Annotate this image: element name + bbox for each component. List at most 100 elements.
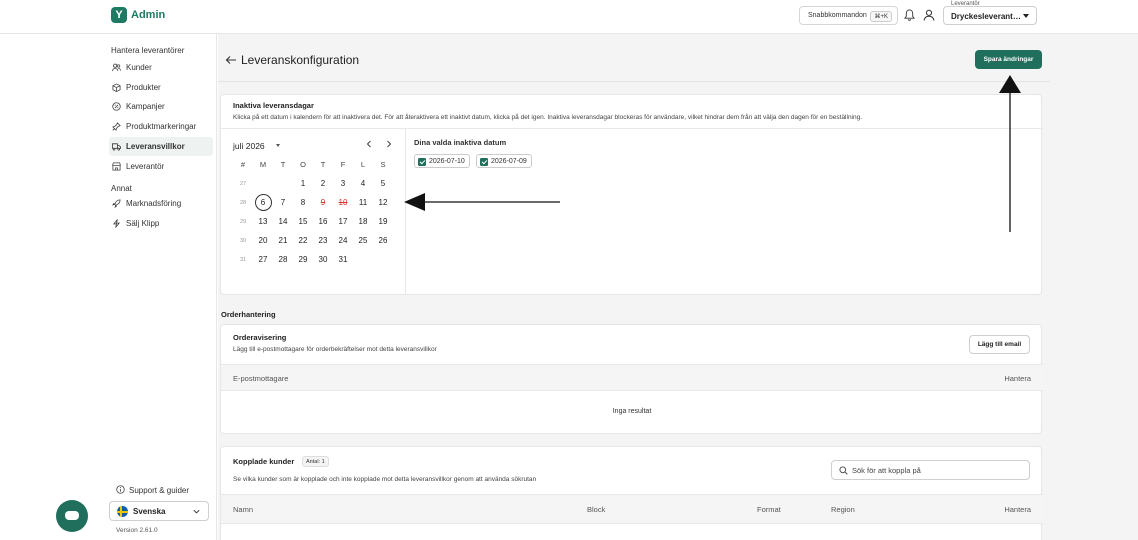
week-number: 29	[239, 218, 247, 225]
language-value: Svenska	[133, 507, 166, 516]
calendar-day[interactable]: 8	[293, 198, 313, 207]
support-link[interactable]: Support & guider	[116, 485, 189, 495]
sidebar-item-salj-klipp[interactable]: Sälj Klipp	[109, 214, 213, 233]
chevron-right-icon[interactable]	[384, 139, 394, 149]
calendar-day[interactable]: 2	[313, 179, 333, 188]
sidebar-item-leverantor[interactable]: Leverantör	[109, 157, 213, 176]
sidebar-item-produkter[interactable]: Produkter	[109, 78, 213, 97]
user-icon[interactable]	[923, 9, 935, 21]
sidebar-item-label: Kampanjer	[126, 102, 165, 111]
calendar-day[interactable]: 30	[313, 255, 333, 264]
calendar-day[interactable]: 7	[273, 198, 293, 207]
shortcut-badge: ⌘+K	[870, 11, 892, 22]
calendar-day[interactable]: 15	[293, 217, 313, 226]
title-divider	[218, 81, 1050, 82]
chevron-left-icon[interactable]	[364, 139, 374, 149]
supplier-select[interactable]: Dryckesleverant…	[943, 6, 1037, 25]
calendar-weekday-row: # M T O T F L S	[233, 155, 393, 174]
annotation-arrow-up	[999, 75, 1021, 232]
weekday-header: M	[259, 160, 267, 169]
bell-icon[interactable]	[904, 9, 915, 21]
calendar-day[interactable]: 9	[313, 198, 333, 207]
calendar-day-number: 8	[300, 198, 306, 207]
calendar-day[interactable]: 21	[273, 236, 293, 245]
calendar-day[interactable]: 23	[313, 236, 333, 245]
calendar-day[interactable]: 11	[353, 198, 373, 207]
column-header: E-postmottagare	[233, 374, 289, 383]
calendar-day-number: 15	[298, 217, 308, 226]
calendar-day[interactable]: 19	[373, 217, 393, 226]
calendar-day-number: 11	[358, 198, 368, 207]
calendar-day[interactable]: 6	[253, 194, 273, 211]
app-brand[interactable]: Admin	[131, 9, 165, 21]
sweden-flag-icon	[117, 506, 128, 517]
calendar-day[interactable]: 13	[253, 217, 273, 226]
calendar-day[interactable]: 20	[253, 236, 273, 245]
search-icon	[839, 466, 848, 475]
weekday-header: L	[360, 160, 366, 169]
chat-bubble-icon	[65, 511, 79, 520]
caret-down-icon[interactable]	[276, 144, 280, 147]
sidebar-item-label: Marknadsföring	[126, 199, 182, 208]
calendar-day[interactable]: 27	[253, 255, 273, 264]
calendar-day-number: 5	[380, 179, 386, 188]
table-header: Namn Block Format Region Hantera	[221, 494, 1043, 524]
calendar-day[interactable]: 31	[333, 255, 353, 264]
sidebar-item-kampanjer[interactable]: Kampanjer	[109, 97, 213, 116]
calendar-day[interactable]: 17	[333, 217, 353, 226]
sidebar-item-marknadsforing[interactable]: Marknadsföring	[109, 194, 213, 213]
calendar-day[interactable]: 29	[293, 255, 313, 264]
rocket-icon	[112, 199, 121, 208]
calendar-day[interactable]: 12	[373, 198, 393, 207]
calendar-day[interactable]: 4	[353, 179, 373, 188]
add-email-button[interactable]: Lägg till email	[969, 335, 1030, 354]
arrow-left-icon[interactable]	[225, 55, 237, 65]
language-select[interactable]: Svenska	[109, 501, 209, 521]
calendar-day[interactable]: 10	[333, 198, 353, 207]
save-changes-button[interactable]: Spara ändringar	[975, 50, 1042, 69]
order-notification-card: Orderavisering Lägg till e-postmottagare…	[220, 324, 1043, 434]
calendar-day-number: 14	[278, 217, 288, 226]
selected-date-chip[interactable]: 2026-07-10	[414, 154, 470, 168]
calendar-day-number: 18	[358, 217, 368, 226]
month-select[interactable]: juli 2026	[233, 141, 265, 151]
sidebar-item-label: Sälj Klipp	[126, 219, 160, 228]
sidebar-item-produktmarkeringar[interactable]: Produktmarkeringar	[109, 117, 213, 136]
calendar-day[interactable]: 26	[373, 236, 393, 245]
box-icon	[112, 83, 121, 92]
sidebar-item-kunder[interactable]: Kunder	[109, 58, 213, 77]
calendar-day[interactable]: 25	[353, 236, 373, 245]
calendar-day-number: 4	[360, 179, 366, 188]
calendar-day-number: 12	[378, 198, 388, 207]
order-notification-desc: Lägg till e-postmottagare för orderbekrä…	[233, 346, 437, 353]
calendar-day-number: 3	[340, 179, 346, 188]
calendar-day-number: 19	[378, 217, 388, 226]
calendar-day[interactable]: 5	[373, 179, 393, 188]
count-badge: Antal: 1	[302, 456, 329, 467]
week-number: 27	[239, 180, 247, 187]
sidebar-item-leveransvillkor[interactable]: Leveransvillkor	[109, 137, 213, 156]
calendar-day[interactable]: 16	[313, 217, 333, 226]
checkbox-checked-icon	[418, 158, 426, 166]
column-header: Hantera	[1004, 505, 1031, 514]
chat-button[interactable]	[56, 500, 88, 532]
calendar-day[interactable]: 3	[333, 179, 353, 188]
inactive-days-desc: Klicka på ett datum i kalendern för att …	[233, 114, 863, 121]
calendar-day[interactable]: 18	[353, 217, 373, 226]
calendar-day[interactable]: 1	[293, 179, 313, 188]
calendar-day[interactable]: 28	[273, 255, 293, 264]
annotation-arrow-left	[404, 193, 560, 211]
sidebar-item-label: Leveransvillkor	[126, 142, 185, 151]
calendar-day[interactable]: 22	[293, 236, 313, 245]
app-logo[interactable]: Y	[111, 7, 127, 23]
quick-commands-button[interactable]: Snabbkommandon ⌘+K	[799, 6, 898, 25]
calendar-day-number: 31	[338, 255, 348, 264]
customer-search-input[interactable]: Sök för att koppla på	[831, 460, 1030, 480]
selected-dates-title: Dina valda inaktiva datum	[414, 138, 507, 147]
calendar-day[interactable]: 24	[333, 236, 353, 245]
linked-customers-title: Kopplade kunder	[233, 457, 295, 466]
selected-date-chip[interactable]: 2026-07-09	[476, 154, 532, 168]
column-header: Namn	[233, 505, 254, 514]
calendar-day[interactable]: 14	[273, 217, 293, 226]
calendar-day-number: 7	[280, 198, 286, 207]
